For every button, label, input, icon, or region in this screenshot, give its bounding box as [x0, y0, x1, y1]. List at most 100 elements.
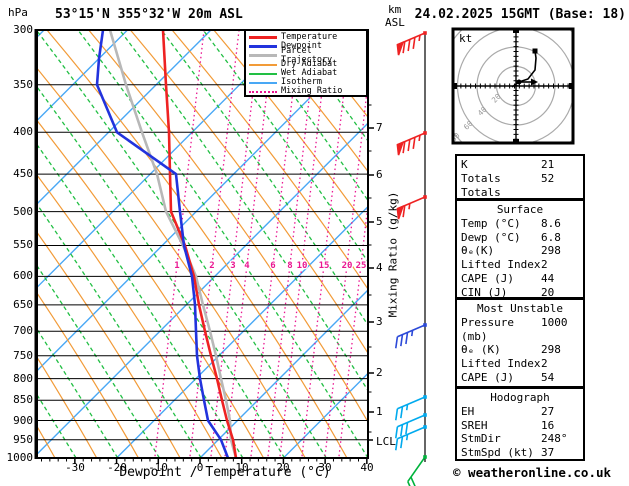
panel-indices: K21Totals Totals52PW (cm)1.3 — [455, 154, 585, 212]
panel-row-label: Temp (°C) — [461, 216, 521, 230]
panel-row-label: θₑ (K) — [461, 343, 501, 357]
wind-barb — [407, 456, 426, 486]
panel-row-label: Lifted Index — [461, 258, 541, 272]
panel-row-label: CAPE (J) — [461, 271, 514, 285]
pressure-tick-label: 1000 — [6, 451, 34, 464]
panel-row: Pressure (mb) 1000 — [461, 316, 579, 344]
pressure-tick-label: 500 — [13, 205, 33, 218]
panel-most-unstable: Most Unstable Pressure (mb) 1000 θₑ (K) 298 L… — [455, 298, 585, 398]
pressure-tick-label: 850 — [13, 393, 33, 406]
panel-row-value: 16 — [541, 418, 555, 432]
panel-row-label: θₑ(K) — [461, 244, 495, 258]
km-tick-label: 2 — [376, 366, 383, 379]
panel-row-label: EH — [461, 404, 475, 418]
mixing-ratio-label: 6 — [270, 261, 275, 271]
panel-row: θₑ(K) 298 — [461, 244, 579, 258]
panel-row: SREH 16 — [461, 419, 579, 433]
panel-row-label: CAPE (J) — [461, 370, 514, 384]
panel-row-label: K — [461, 158, 468, 171]
legend-swatch-temperature — [249, 36, 277, 39]
panel-row-value: 27 — [541, 404, 555, 418]
legend-entry: Mixing Ratio — [249, 87, 363, 96]
wind-barb-station-dot — [423, 195, 427, 199]
pressure-tick-label: 550 — [13, 238, 33, 251]
wind-barb-station-dot — [423, 455, 427, 459]
panel-row-value: 8.6 — [541, 216, 561, 230]
copyright: © weatheronline.co.uk — [453, 465, 612, 480]
legend-label: Mixing Ratio — [281, 86, 343, 96]
panel-row-value: 2 — [541, 357, 548, 371]
mixing-ratio-label: 1 — [174, 261, 179, 271]
panel-title: Surface — [496, 203, 544, 216]
km-tick-label: 3 — [376, 315, 383, 328]
alt-unit-asl: ASL — [385, 16, 405, 29]
temp-tick-label: -20 — [107, 461, 127, 474]
mixing-ratio-label: 15 — [319, 261, 330, 271]
panel-row-value: 52 — [541, 171, 555, 185]
hodograph-unit-label: kt — [459, 32, 473, 45]
mixing-ratio-label: 4 — [244, 261, 250, 271]
panel-row: Dewp (°C) 6.8 — [461, 231, 579, 245]
wind-barb-station-dot — [423, 395, 427, 399]
datetime-title: 24.02.2025 15GMT (Base: 18) — [414, 7, 626, 22]
pressure-tick-label: 450 — [13, 167, 33, 180]
pressure-tick-label: 300 — [13, 23, 33, 36]
pressure-tick-label: 600 — [13, 269, 33, 282]
panel-row: Lifted Index 2 — [461, 357, 579, 371]
station-title: 53°15'N 355°32'W 20m ASL — [55, 7, 243, 22]
panel-row: StmDir 248° — [461, 432, 579, 446]
panel-row-value: 298 — [541, 343, 561, 357]
panel-row-label: SREH — [461, 418, 488, 432]
wind-barb-station-dot — [423, 31, 427, 35]
panel-title: Most Unstable — [476, 302, 564, 315]
panel-row-value: 54 — [541, 370, 555, 384]
panel-row: K 21 — [461, 158, 579, 172]
km-tick-label: 5 — [376, 215, 383, 228]
panel-row-label: StmSpd (kt) — [461, 446, 534, 460]
sounding-chart: 1 2 3 4 6 8 10 15 20 25 20 40 60 80 hPa 53°15'N 355°3… — [0, 0, 629, 486]
mixing-ratio-axis-label: Mixing Ratio (g/kg) — [386, 191, 400, 318]
wind-barb-station-dot — [423, 323, 427, 327]
wind-barb — [396, 32, 426, 56]
panel-row: CAPE (J) 44 — [461, 272, 579, 286]
panel-row: Lifted Index 2 — [461, 258, 579, 272]
km-tick-label: 7 — [376, 121, 383, 134]
temp-tick-label: 10 — [235, 461, 249, 474]
panel-row: Totals Totals 52 — [461, 172, 579, 200]
temp-tick-label: -10 — [148, 461, 168, 474]
wind-barb — [396, 132, 426, 156]
panel-row-value: 298 — [541, 244, 561, 258]
temp-tick-label: 40 — [360, 461, 374, 474]
pressure-tick-label: 750 — [13, 349, 33, 362]
panel-row-value: 248° — [541, 432, 568, 446]
panel-row: θₑ (K) 298 — [461, 343, 579, 357]
panel-row-value: 21 — [541, 158, 555, 171]
pressure-tick-label: 950 — [13, 433, 33, 446]
legend-swatch-wet-adiabat — [249, 72, 277, 75]
temp-tick-label: -30 — [65, 461, 85, 474]
pressure-tick-label: 700 — [13, 324, 33, 337]
panel-row: StmSpd (kt) 37 — [461, 446, 579, 460]
legend-swatch-mixing-ratio — [249, 90, 277, 93]
panel-title: Hodograph — [490, 391, 550, 404]
mixing-ratio-label: 25 — [356, 261, 367, 271]
panel-row-value: 1000 — [541, 315, 568, 329]
lcl-label: LCL — [376, 435, 396, 448]
panel-hodograph: Hodograph EH 27 SREH 16 StmDir 248° StmSpd (kt)… — [455, 387, 585, 461]
wind-barb — [396, 196, 426, 220]
wind-barb-station-dot — [423, 413, 427, 417]
pressure-tick-label: 400 — [13, 125, 33, 138]
mixing-ratio-label: 20 — [342, 261, 353, 271]
panel-row-value: 2 — [541, 258, 548, 272]
alt-unit-km: km — [388, 3, 402, 16]
km-tick-label: 6 — [376, 168, 383, 181]
wind-barb-station-dot — [423, 425, 427, 429]
pressure-unit-label: hPa — [8, 6, 28, 19]
legend-swatch-dry-adiabat — [249, 63, 277, 66]
pressure-tick-label: 650 — [13, 298, 33, 311]
panel-row-value: 44 — [541, 271, 555, 285]
temp-tick-label: 30 — [318, 461, 332, 474]
legend-swatch-isotherm — [249, 81, 277, 84]
mixing-ratio-label: 2 — [209, 261, 214, 271]
panel-row-label: Dewp (°C) — [461, 230, 521, 244]
